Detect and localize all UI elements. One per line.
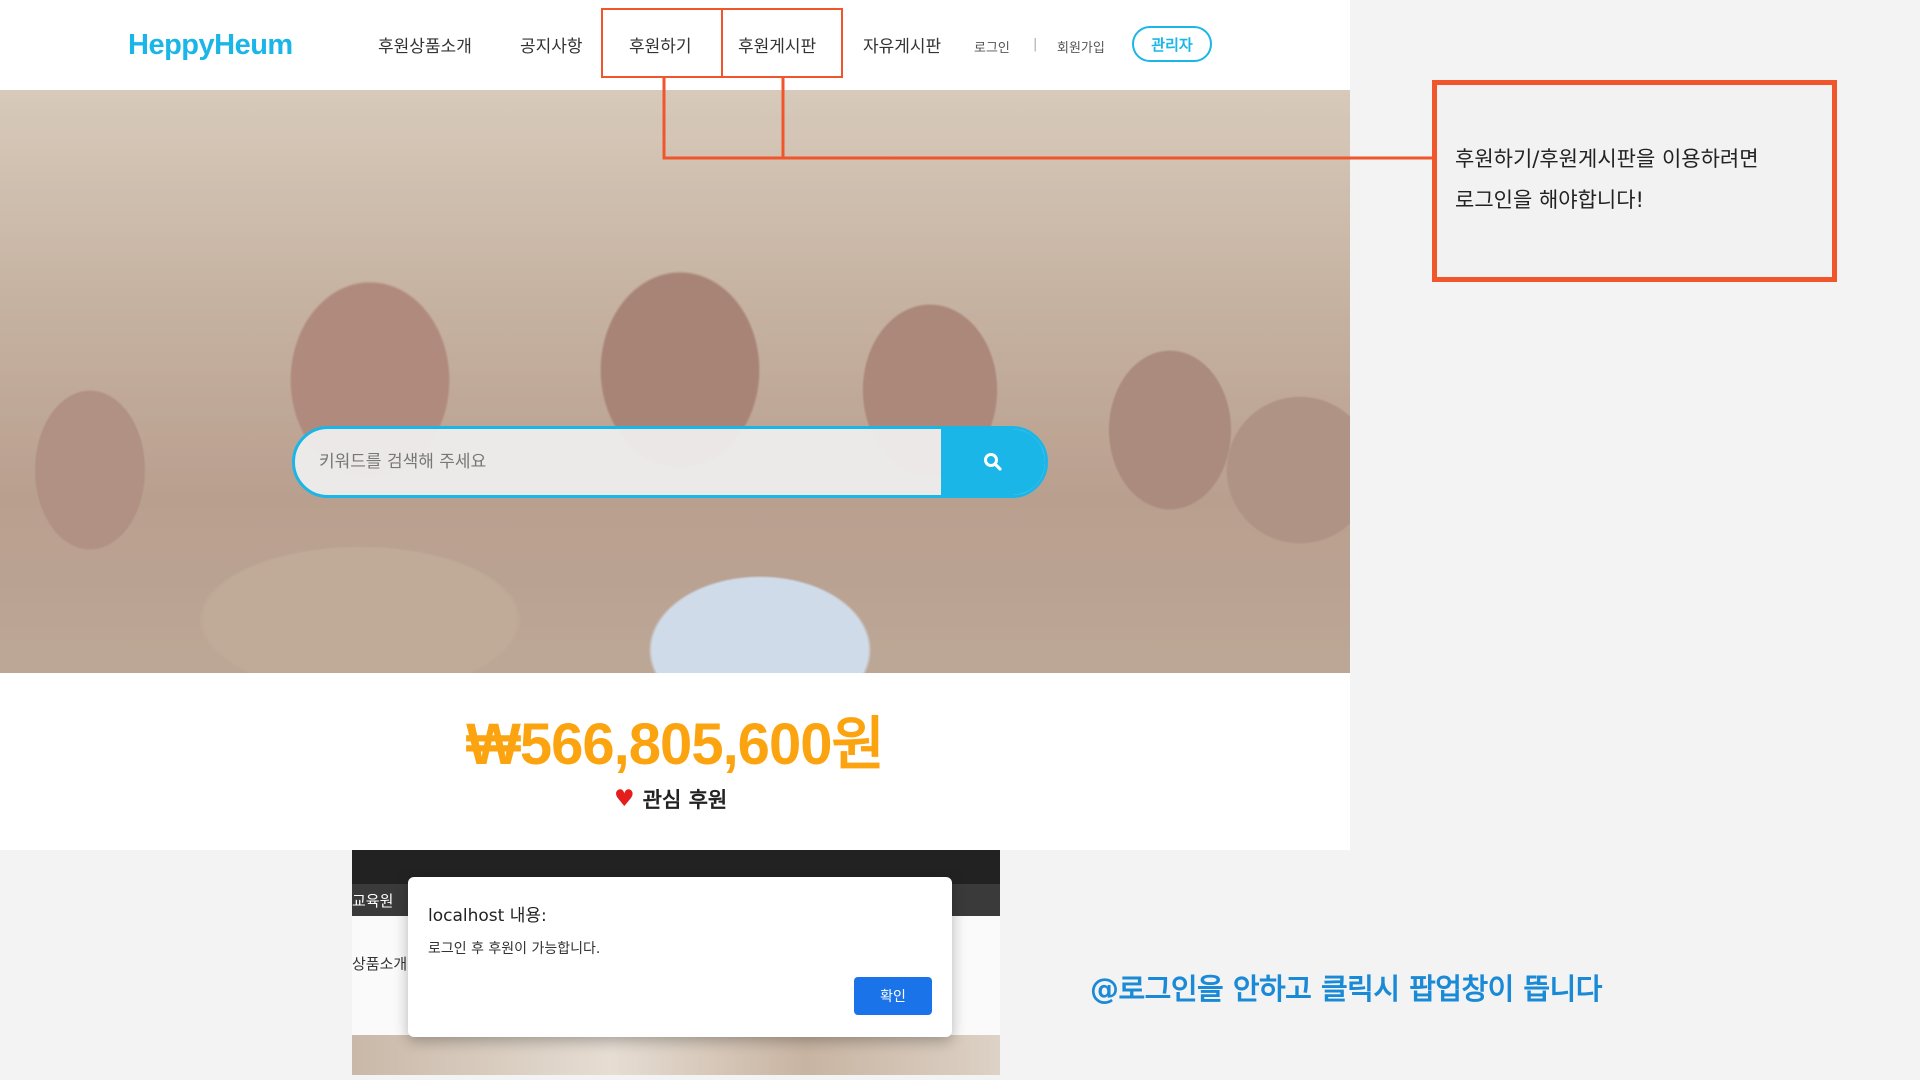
callout-box: 후원하기/후원게시판을 이용하려면 로그인을 해야합니다! [1432,80,1837,282]
screenshot-sub-text: 상품소개 [352,955,408,973]
alert-dialog: localhost 내용: 로그인 후 후원이 가능합니다. 확인 [408,877,952,1037]
dialog-title: localhost 내용: [428,906,547,926]
callout-line-2: 로그인을 해야합니다! [1455,188,1644,212]
dialog-ok-button[interactable]: 확인 [854,977,932,1015]
screenshot-photo [352,1035,1000,1075]
screenshot-header-text: 교육원 [352,892,394,910]
callout-line-1: 후원하기/후원게시판을 이용하려면 [1455,147,1759,171]
annotation-note: @로그인을 안하고 클릭시 팝업창이 뜹니다 [1090,972,1602,1006]
dialog-message: 로그인 후 후원이 가능합니다. [428,941,601,957]
